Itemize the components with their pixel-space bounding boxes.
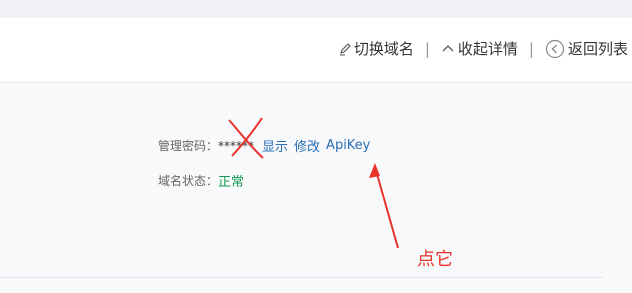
switch-domain-button[interactable]: 切换域名 [339,38,414,59]
divider [0,277,603,278]
chevron-up-icon [441,42,455,56]
annotation-text: 点它 [417,249,453,270]
password-row: 管理密码： ****** 显示 修改 ApiKey [158,136,370,155]
header-actions: 切换域名 | 收起详情 | 返回列表 [339,38,628,59]
top-strip [0,0,632,18]
pencil-icon [339,42,351,56]
switch-domain-label: 切换域名 [353,40,414,58]
back-to-list-label: 返回列表 [567,40,628,58]
collapse-details-label: 收起详情 [457,40,518,58]
apikey-link[interactable]: ApiKey [326,138,370,153]
password-value: ****** [218,138,255,153]
back-to-list-button[interactable]: 返回列表 [545,38,628,59]
status-label: 域名状态： [158,174,219,188]
show-password-link[interactable]: 显示 [262,136,288,155]
separator: | [424,39,430,58]
detail-header: 切换域名 | 收起详情 | 返回列表 [0,18,632,83]
collapse-details-button[interactable]: 收起详情 [441,38,518,59]
circle-arrow-left-icon [545,39,565,59]
edit-password-link[interactable]: 修改 [294,136,320,155]
separator: | [528,39,534,58]
detail-content: 管理密码： ****** 显示 修改 ApiKey 域名状态： 正常 [0,83,632,293]
status-row: 域名状态： 正常 [158,171,244,190]
status-value: 正常 [218,175,245,190]
page: 切换域名 | 收起详情 | 返回列表 管理密码： ****** 显示 修改 Ap… [0,0,632,293]
password-label: 管理密码： [158,139,219,153]
